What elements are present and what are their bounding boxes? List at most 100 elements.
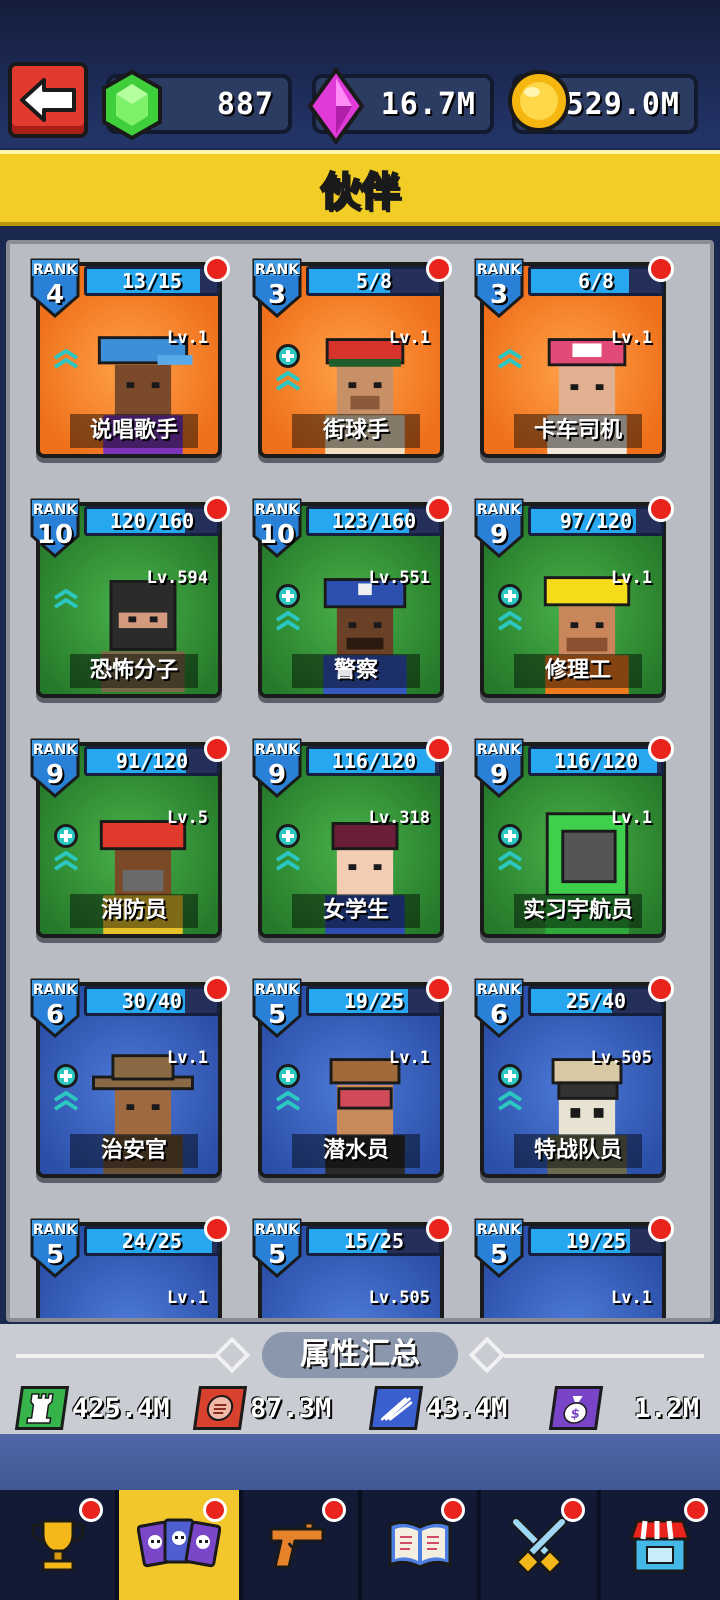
nav-trophy[interactable] <box>0 1490 120 1600</box>
shop-icon <box>629 1519 692 1573</box>
notification-dot <box>79 1498 104 1522</box>
crystal-counter[interactable]: 16.7M <box>307 68 494 144</box>
crossed-swords-icon <box>511 1517 568 1576</box>
card-level: Lv.1 <box>611 328 652 348</box>
bottom-navigation <box>0 1434 720 1600</box>
trophy-icon <box>31 1519 85 1572</box>
back-button[interactable] <box>8 62 88 138</box>
notification-dot <box>426 976 452 1002</box>
rank-label: RANK <box>254 502 300 518</box>
card-level: Lv.1 <box>167 328 208 348</box>
rank-badge: RANK 6 <box>26 976 84 1040</box>
nav-shop[interactable] <box>600 1490 720 1600</box>
book-icon <box>388 1520 452 1569</box>
notification-dot <box>204 256 230 282</box>
notification-dot <box>426 256 452 282</box>
chevron-up-icon <box>275 611 301 631</box>
notification-dot <box>684 1498 708 1522</box>
plus-icon <box>498 824 522 848</box>
chevron-up-icon <box>53 851 79 871</box>
card-level: Lv.551 <box>368 568 430 588</box>
page-title: 伙伴 <box>319 168 401 216</box>
partner-card[interactable]: Lv.1 19/25 RANK 5 <box>474 1210 674 1318</box>
rank-badge: RANK 6 <box>470 976 528 1040</box>
card-progress-bar: 120/160 <box>84 506 220 536</box>
rank-badge: RANK 10 <box>26 496 84 560</box>
page-title-bar: 伙伴 <box>0 150 720 226</box>
partner-card[interactable]: Lv.551 警察 123/160 RANK 10 <box>252 490 452 704</box>
resource-bar: 887 16.7M 529.0M <box>0 0 720 148</box>
plus-icon <box>276 824 300 848</box>
card-name: 特战队员 <box>514 1134 642 1168</box>
nav-book[interactable] <box>362 1490 482 1600</box>
coin-counter[interactable]: 529.0M <box>508 70 698 134</box>
notification-dot <box>648 976 674 1002</box>
partner-card[interactable]: Lv.594 恐怖分子 120/160 RANK 10 <box>30 490 230 704</box>
rank-number: 6 <box>45 1000 65 1030</box>
progress-text: 6/8 <box>577 269 615 293</box>
rank-number: 5 <box>489 1240 509 1270</box>
rank-label: RANK <box>476 262 522 278</box>
partner-card[interactable]: Lv.1 24/25 RANK 5 <box>30 1210 230 1318</box>
card-level: Lv.1 <box>167 1288 208 1308</box>
partner-card[interactable]: Lv.1 说唱歌手 13/15 RANK 4 <box>30 250 230 464</box>
card-level: Lv.5 <box>167 808 208 828</box>
card-level: Lv.1 <box>389 1048 430 1068</box>
card-name: 潜水员 <box>292 1134 420 1168</box>
nav-battle[interactable] <box>481 1490 601 1600</box>
partner-card[interactable]: Lv.318 女学生 116/120 RANK 9 <box>252 730 452 944</box>
partner-card[interactable]: Lv.505 15/25 RANK 5 <box>252 1210 452 1318</box>
progress-text: 19/25 <box>343 989 405 1013</box>
nav-partners[interactable] <box>119 1490 243 1600</box>
rank-badge: RANK 9 <box>26 736 84 800</box>
card-progress-bar: 30/40 <box>84 986 220 1016</box>
rank-badge: RANK 5 <box>26 1216 84 1280</box>
gem-count: 887 <box>216 86 274 122</box>
card-progress-bar: 123/160 <box>306 506 442 536</box>
partner-card[interactable]: Lv.1 修理工 97/120 RANK 9 <box>474 490 674 704</box>
stat-value: 425.4M <box>72 1392 170 1424</box>
partner-card[interactable]: Lv.1 实习宇航员 116/120 RANK 9 <box>474 730 674 944</box>
card-level: Lv.1 <box>611 1288 652 1308</box>
progress-text: 116/120 <box>553 749 639 773</box>
notification-dot <box>648 496 674 522</box>
partner-card[interactable]: Lv.1 治安官 30/40 RANK 6 <box>30 970 230 1184</box>
notification-dot <box>204 1216 230 1242</box>
nav-weapons[interactable] <box>242 1490 362 1600</box>
rank-label: RANK <box>254 1222 300 1238</box>
stat-attack: 87.3M <box>192 1386 332 1430</box>
rank-number: 4 <box>45 280 65 310</box>
partner-card[interactable]: Lv.1 潜水员 19/25 RANK 5 <box>252 970 452 1184</box>
money-bag-icon: $ <box>548 1386 604 1430</box>
partner-card[interactable]: Lv.5 消防员 91/120 RANK 9 <box>30 730 230 944</box>
card-level: Lv.1 <box>611 808 652 828</box>
diamond-ornament-icon <box>213 1336 251 1374</box>
rank-number: 9 <box>489 520 509 550</box>
rank-badge: RANK 3 <box>470 256 528 320</box>
partner-card[interactable]: Lv.505 特战队员 25/40 RANK 6 <box>474 970 674 1184</box>
stat-auto: 43.4M <box>368 1386 507 1430</box>
rank-number: 3 <box>489 280 509 310</box>
plus-icon <box>54 824 78 848</box>
card-level: Lv.594 <box>146 568 208 588</box>
card-progress-bar: 6/8 <box>528 266 664 296</box>
stat-value: 87.3M <box>250 1392 332 1424</box>
progress-text: 5/8 <box>355 269 393 293</box>
rank-badge: RANK 5 <box>248 976 306 1040</box>
notification-dot <box>426 1216 452 1242</box>
card-progress-bar: 5/8 <box>306 266 442 296</box>
gem-counter[interactable]: 887 <box>102 69 292 141</box>
rank-label: RANK <box>476 742 522 758</box>
rank-label: RANK <box>476 1222 522 1238</box>
partner-card[interactable]: Lv.1 街球手 5/8 RANK 3 <box>252 250 452 464</box>
stat-income: $ 1.2M <box>548 1386 700 1430</box>
partner-card[interactable]: Lv.1 卡车司机 6/8 RANK 3 <box>474 250 674 464</box>
tower-icon <box>14 1386 70 1430</box>
card-progress-bar: 25/40 <box>528 986 664 1016</box>
rank-number: 10 <box>36 520 74 550</box>
card-name: 实习宇航员 <box>514 894 642 928</box>
card-name: 消防员 <box>70 894 198 928</box>
card-name: 街球手 <box>292 414 420 448</box>
stat-value: 1.2M <box>634 1392 700 1424</box>
rank-badge: RANK 5 <box>470 1216 528 1280</box>
